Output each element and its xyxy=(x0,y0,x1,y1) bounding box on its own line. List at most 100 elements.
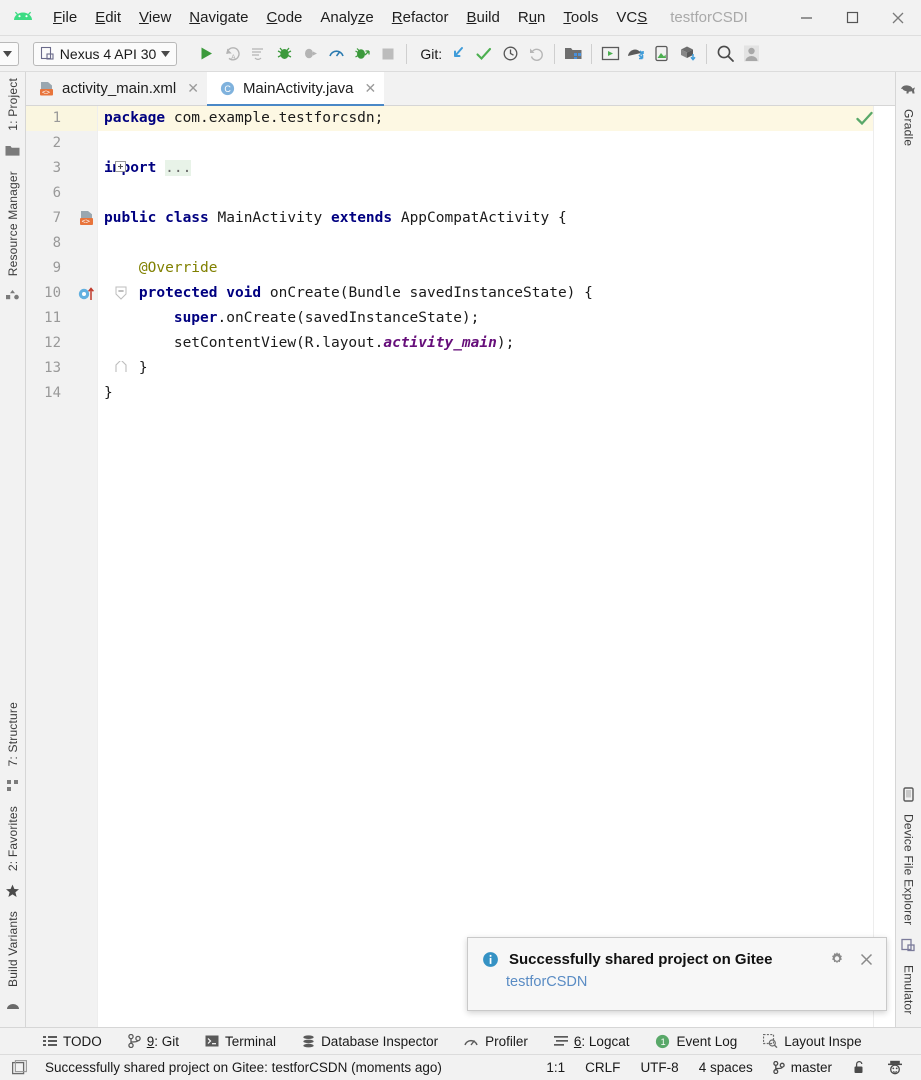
device-file-explorer-icon[interactable] xyxy=(898,783,920,805)
sidebar-item-gradle[interactable]: Gradle xyxy=(902,103,916,152)
indent-setting[interactable]: 4 spaces xyxy=(689,1060,763,1075)
editor-code-pane[interactable]: package com.example.testforcsdn; import .… xyxy=(98,106,873,1027)
build-variants-icon[interactable] xyxy=(2,996,24,1018)
toolwindow-logcat[interactable]: 6: Logcat xyxy=(541,1034,643,1049)
menu-code[interactable]: Code xyxy=(258,6,312,29)
menu-refactor[interactable]: Refactor xyxy=(383,6,458,29)
tab-activity-main-xml[interactable]: <> activity_main.xml ✕ xyxy=(26,72,207,105)
avd-manager-icon[interactable] xyxy=(597,41,623,67)
update-project-icon[interactable] xyxy=(445,41,471,67)
notification-balloon[interactable]: Successfully shared project on Gitee tes… xyxy=(467,937,887,1011)
menu-tools[interactable]: Tools xyxy=(554,6,607,29)
notification-link[interactable]: testforCSDN xyxy=(506,974,886,990)
gear-icon[interactable] xyxy=(829,951,845,967)
no-errors-check-icon[interactable] xyxy=(856,111,873,126)
commit-icon[interactable] xyxy=(471,41,497,67)
code-line[interactable]: } xyxy=(104,381,113,406)
toolwindow-label: Layout Inspe xyxy=(784,1033,862,1049)
menu-edit[interactable]: Edit xyxy=(86,6,130,29)
gradle-sync-icon[interactable] xyxy=(675,41,701,67)
sidebar-item-favorites[interactable]: 2: Favorites xyxy=(6,800,20,877)
toolwindow-todo[interactable]: TODO xyxy=(30,1034,115,1049)
module-selector[interactable]: p xyxy=(0,41,19,66)
search-everywhere-icon[interactable] xyxy=(712,41,738,67)
menu-run[interactable]: Run xyxy=(509,6,555,29)
hector-inspector-icon[interactable] xyxy=(877,1060,913,1075)
apply-changes-icon[interactable]: A xyxy=(219,41,245,67)
svg-text:1: 1 xyxy=(661,1037,666,1047)
tab-main-activity-java[interactable]: C MainActivity.java ✕ xyxy=(206,72,385,106)
code-token: void xyxy=(226,285,270,301)
git-branch-icon xyxy=(128,1034,141,1048)
run-icon[interactable] xyxy=(193,41,219,67)
caret-position[interactable]: 1:1 xyxy=(536,1060,575,1075)
line-number: 11 xyxy=(44,310,61,326)
sidebar-item-resource-manager[interactable]: Resource Manager xyxy=(6,165,20,282)
override-method-icon[interactable] xyxy=(78,286,98,302)
sidebar-item-project[interactable]: 1: Project xyxy=(6,72,20,137)
structure-icon[interactable] xyxy=(2,775,24,797)
sdk-manager-icon[interactable] xyxy=(623,41,649,67)
code-fold-marker[interactable] xyxy=(115,286,127,300)
toolwindow-event-log[interactable]: 1 Event Log xyxy=(642,1034,750,1049)
sidebar-item-emulator[interactable]: Emulator xyxy=(902,959,916,1021)
window-controls xyxy=(783,2,921,34)
file-encoding[interactable]: UTF-8 xyxy=(630,1060,688,1075)
code-line[interactable]: protected void onCreate(Bundle savedInst… xyxy=(104,281,593,306)
toolwindow-profiler[interactable]: Profiler xyxy=(451,1034,541,1049)
device-selector[interactable]: Nexus 4 API 30 xyxy=(32,41,178,66)
toolwindow-git[interactable]: 9: Git xyxy=(115,1034,192,1049)
run-with-coverage-icon[interactable] xyxy=(349,41,375,67)
code-token: public xyxy=(104,210,166,226)
profiler-icon[interactable] xyxy=(323,41,349,67)
menu-view[interactable]: View xyxy=(130,6,180,29)
close-icon[interactable]: ✕ xyxy=(365,80,377,97)
git-branch-icon xyxy=(772,1061,785,1074)
sidebar-item-device-file-explorer[interactable]: Device File Explorer xyxy=(902,808,916,931)
menu-vcs[interactable]: VCS xyxy=(607,6,656,29)
line-separator[interactable]: CRLF xyxy=(575,1060,630,1075)
layout-inspector-icon[interactable] xyxy=(649,41,675,67)
unlocked-icon[interactable] xyxy=(842,1060,877,1075)
stop-icon xyxy=(375,41,401,67)
code-fold-marker[interactable] xyxy=(115,361,127,373)
sidebar-item-structure[interactable]: 7: Structure xyxy=(6,696,20,772)
sidebar-item-build-variants[interactable]: Build Variants xyxy=(6,905,20,993)
menu-analyze[interactable]: Analyze xyxy=(311,6,382,29)
favorites-star-icon[interactable] xyxy=(2,880,24,902)
toolwindow-database-inspector[interactable]: Database Inspector xyxy=(289,1034,451,1049)
code-line[interactable]: package com.example.testforcsdn; xyxy=(104,106,383,131)
code-line[interactable]: @Override xyxy=(104,256,218,281)
close-button[interactable] xyxy=(875,2,921,34)
apply-code-changes-icon[interactable] xyxy=(245,41,271,67)
debug-icon[interactable] xyxy=(271,41,297,67)
close-icon[interactable] xyxy=(859,952,874,967)
project-structure-icon[interactable] xyxy=(560,41,586,67)
menu-navigate[interactable]: Navigate xyxy=(180,6,257,29)
user-account-icon[interactable] xyxy=(738,41,764,67)
minimize-button[interactable] xyxy=(783,2,829,34)
editor-gutter[interactable]: 1 2 3 6 7 <> 8 9 10 11 12 13 14 xyxy=(26,106,127,1027)
code-line[interactable]: super.onCreate(savedInstanceState); xyxy=(104,306,480,331)
close-icon[interactable]: ✕ xyxy=(187,80,199,97)
attach-debugger-icon[interactable] xyxy=(297,41,323,67)
code-token: setContentView(R.layout. xyxy=(104,335,384,351)
code-line[interactable]: public class MainActivity extends AppCom… xyxy=(104,206,567,231)
editor-right-gutter[interactable] xyxy=(856,106,895,1027)
menu-file[interactable]: File xyxy=(44,6,86,29)
gradle-elephant-icon[interactable] xyxy=(898,78,920,100)
toolwindow-layout-inspector[interactable]: Layout Inspe xyxy=(750,1034,874,1049)
code-editor[interactable]: 1 2 3 6 7 <> 8 9 10 11 12 13 14 package com.example.… xyxy=(26,106,895,1027)
svg-text:C: C xyxy=(224,84,231,94)
toolwindow-terminal[interactable]: Terminal xyxy=(192,1034,289,1049)
layout-resource-icon[interactable]: <> xyxy=(78,210,95,227)
maximize-button[interactable] xyxy=(829,2,875,34)
git-branch-widget[interactable]: master xyxy=(763,1060,842,1075)
code-fold-marker[interactable] xyxy=(115,161,126,172)
menu-build[interactable]: Build xyxy=(457,6,508,29)
emulator-icon[interactable] xyxy=(898,934,920,956)
code-line[interactable]: setContentView(R.layout.activity_main); xyxy=(104,331,515,356)
status-message[interactable]: Successfully shared project on Gitee: te… xyxy=(35,1060,452,1075)
history-icon[interactable] xyxy=(497,41,523,67)
toggle-toolwindows-icon[interactable] xyxy=(8,1060,35,1075)
